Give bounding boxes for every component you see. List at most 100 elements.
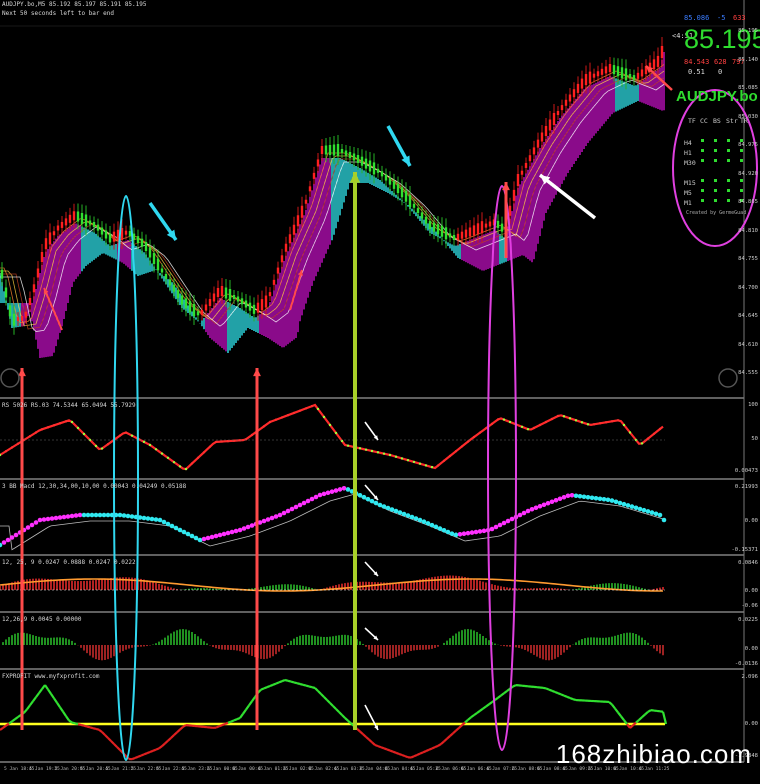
- candle-body: [301, 206, 303, 218]
- rsi-dot: [455, 450, 457, 452]
- trading-chart[interactable]: AUDJPY.bo,M5 85.192 85.197 85.191 85.195…: [0, 0, 760, 780]
- fxprofit-line-segment: [549, 690, 552, 691]
- bbmacd-dot: [266, 517, 271, 522]
- rsi-dot: [107, 443, 109, 445]
- fxprofit-line-segment: [45, 685, 48, 689]
- watermark: 168zhibiao.com: [556, 739, 752, 770]
- fxprofit-line-segment: [396, 753, 399, 754]
- fxprofit-line-segment: [342, 715, 345, 718]
- rsi-dot: [191, 462, 193, 464]
- bbmacd-dot: [222, 532, 227, 537]
- fxprofit-line-segment: [57, 703, 60, 707]
- fxprofit-line-segment: [267, 686, 270, 687]
- fxprofit-line-segment: [66, 716, 69, 720]
- bbmacd-dot: [126, 514, 131, 519]
- bbmacd-dot: [10, 535, 15, 540]
- bbmacd-dot: [598, 496, 603, 501]
- fxprofit-line-segment: [108, 738, 111, 741]
- price-axis-label: 84.645: [738, 313, 758, 319]
- dash-small-left: 85.086: [684, 14, 709, 22]
- rsi-dot: [47, 426, 49, 428]
- fxprofit-line-segment: [33, 697, 36, 701]
- col-bs: BS: [713, 117, 721, 125]
- fxprofit-line-segment: [441, 741, 444, 744]
- candle-body: [425, 217, 427, 224]
- fxprofit-line-segment: [240, 714, 243, 718]
- col-str: Str: [726, 117, 738, 125]
- rsi-dot: [317, 408, 319, 410]
- fxprofit-line-segment: [234, 719, 237, 720]
- bbmacd-dot: [462, 531, 467, 536]
- fxprofit-line-segment: [426, 750, 429, 751]
- candle-body: [641, 69, 643, 76]
- fxprofit-line-segment: [270, 685, 273, 686]
- rsi-dot: [425, 464, 427, 466]
- candle-body: [73, 211, 75, 220]
- bbmacd-dot: [194, 536, 199, 541]
- candle-body: [13, 314, 15, 326]
- fxprofit-line-segment: [111, 741, 114, 744]
- candle-body: [65, 218, 67, 225]
- candle-body: [317, 159, 319, 166]
- bbmacd-dot: [242, 526, 247, 531]
- bbmacd-dot: [214, 534, 219, 539]
- candle-body: [581, 79, 583, 89]
- candle-body: [553, 113, 555, 125]
- bbmacd-dot: [62, 515, 67, 520]
- dash-row3-mid: 0: [718, 68, 722, 76]
- bbmacd-dot: [238, 528, 243, 533]
- rsi-dot: [551, 418, 553, 420]
- fxprofit-line-segment: [615, 709, 618, 713]
- bbmacd-dot: [626, 503, 631, 508]
- bbmacd-axis-max: 0.21993: [735, 484, 758, 490]
- bbmacd-dot: [494, 525, 499, 530]
- candle-body: [541, 133, 543, 142]
- fxprofit-line-segment: [63, 712, 66, 716]
- osma-axis-mid: 0.00: [745, 646, 758, 652]
- price-axis-label: 84.610: [738, 342, 758, 348]
- price-axis-label: 84.865: [738, 199, 758, 205]
- fxprofit-line-segment: [24, 709, 27, 712]
- candle-body: [509, 206, 511, 216]
- fxprofit-line-segment: [222, 724, 225, 725]
- fxprofit-line-segment: [390, 751, 393, 752]
- rsi-dot: [323, 416, 325, 418]
- fxprofit-line-segment: [237, 718, 240, 719]
- bbmacd-dot: [378, 503, 383, 508]
- bbmacd-dot: [418, 518, 423, 523]
- fxprofit-line-segment: [39, 689, 42, 693]
- candle-body: [385, 175, 387, 181]
- bbmacd-dot: [362, 495, 367, 500]
- bbmacd-dot: [142, 516, 147, 521]
- candle-body: [401, 187, 403, 197]
- candle-body: [321, 146, 323, 154]
- bbmacd-dot: [302, 501, 307, 506]
- fxprofit-line-segment: [432, 747, 435, 748]
- candle-body: [565, 100, 567, 106]
- candle-body: [465, 230, 467, 238]
- rsi-dot: [659, 428, 661, 430]
- fxprofit-line-segment: [114, 744, 117, 747]
- rsi-header: RS 5026 RS.03 74.5344 65.0494 55.7929: [2, 402, 136, 409]
- candle-body: [525, 163, 527, 168]
- signal-square: [701, 149, 704, 152]
- rsi-dot: [503, 418, 505, 420]
- candle-body: [621, 67, 623, 78]
- fxprofit-line-segment: [609, 702, 612, 705]
- candle-body: [145, 242, 147, 251]
- candle-body: [625, 68, 627, 80]
- fxprofit-line-segment: [384, 748, 387, 749]
- candle-body: [429, 221, 431, 229]
- rsi-dot: [263, 425, 265, 427]
- bbmacd-dot: [594, 496, 599, 501]
- bbmacd-dot: [246, 525, 251, 530]
- fxprofit-line-segment: [180, 727, 183, 730]
- bbmacd-dot: [482, 529, 487, 534]
- bbmacd-dot: [226, 531, 231, 536]
- fxprofit-line-segment: [438, 744, 441, 746]
- candle-body: [137, 236, 139, 243]
- candle-body: [77, 212, 79, 222]
- bbmacd-dot: [590, 495, 595, 500]
- chart-canvas[interactable]: [0, 0, 760, 780]
- fxprofit-line-segment: [558, 693, 561, 694]
